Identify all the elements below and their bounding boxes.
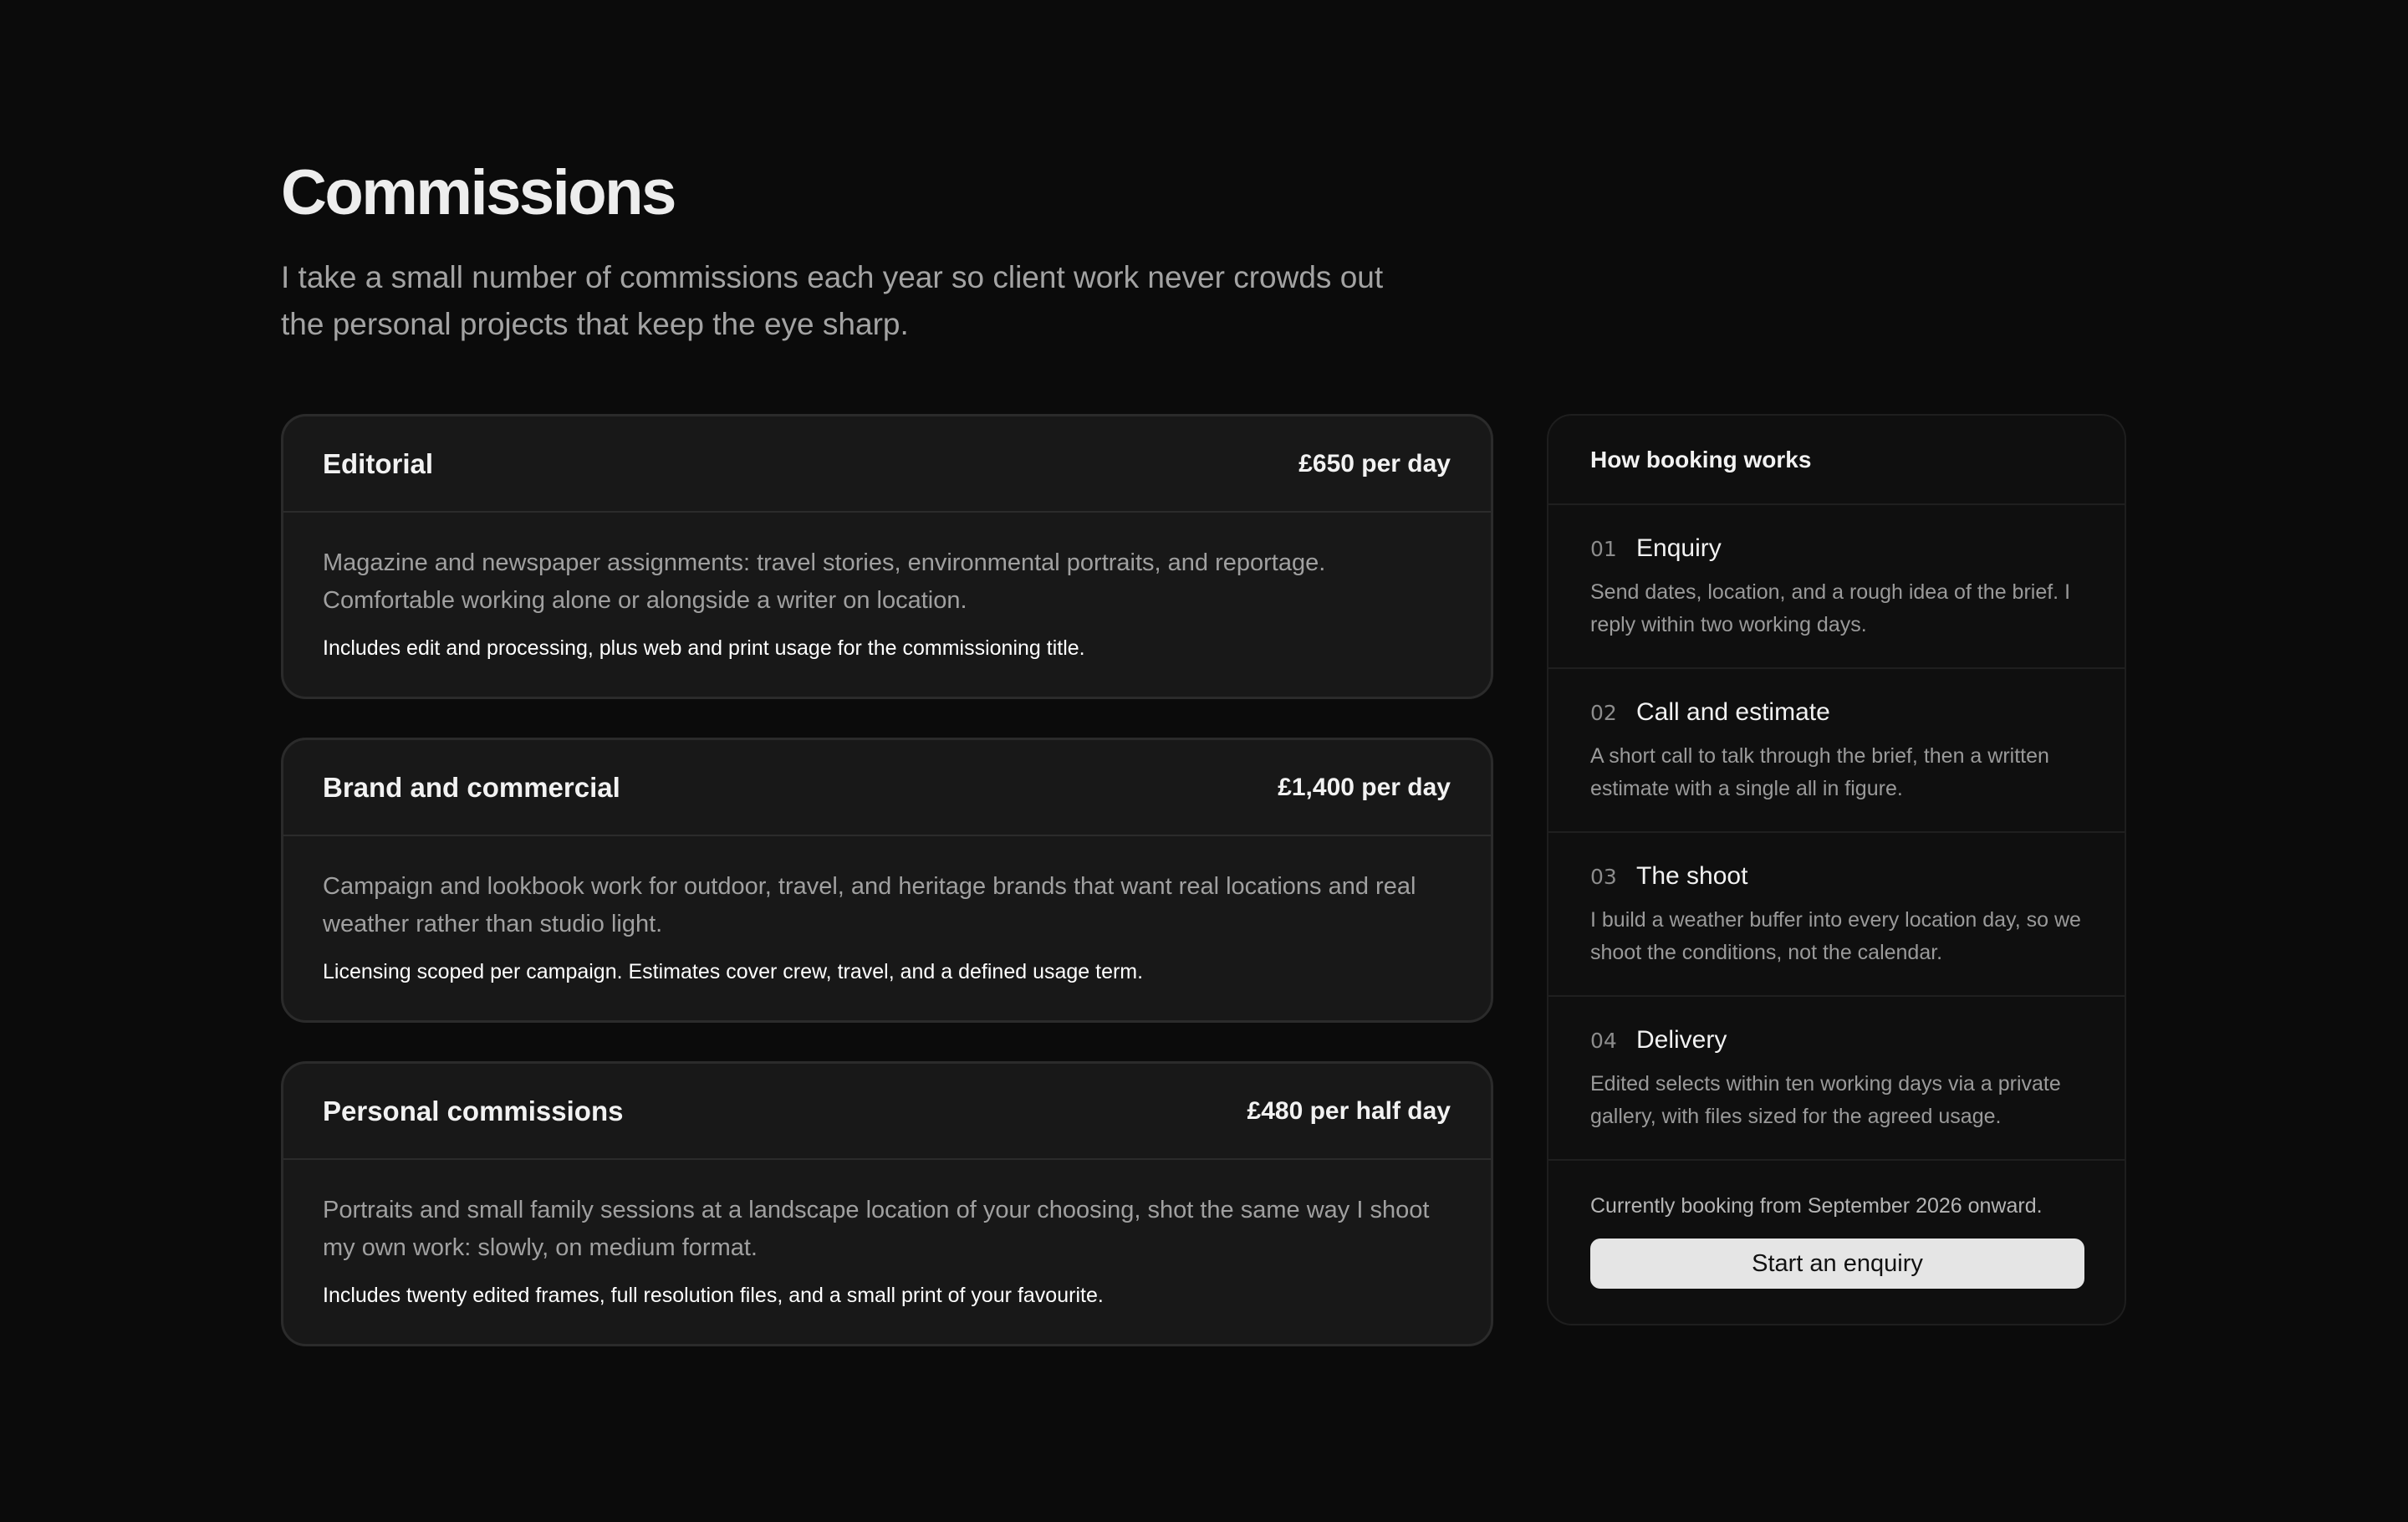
service-description: Campaign and lookbook work for outdoor, … — [323, 873, 1416, 937]
service-card-body: Magazine and newspaper assignments: trav… — [283, 513, 1491, 697]
service-card-body: Campaign and lookbook work for outdoor, … — [283, 836, 1491, 1020]
booking-step-enquiry: 01 Enquiry Send dates, location, and a r… — [1548, 505, 2125, 669]
page: Commissions I take a small number of com… — [0, 0, 2408, 1522]
booking-panel-footer: Currently booking from September 2026 on… — [1548, 1161, 2125, 1324]
service-title: Brand and commercial — [323, 771, 620, 803]
services-list: Editorial £650 per day Magazine and news… — [281, 414, 1493, 1385]
page-title: Commissions — [281, 157, 676, 228]
start-enquiry-button[interactable]: Start an enquiry — [1590, 1239, 2084, 1289]
service-card-brand-commercial: Brand and commercial £1,400 per day Camp… — [281, 738, 1493, 1023]
service-note: Licensing scoped per campaign. Estimates… — [323, 960, 1144, 983]
step-number: 04 — [1590, 1029, 1617, 1053]
booking-step-call-estimate: 02 Call and estimate A short call to tal… — [1548, 669, 2125, 833]
step-header: 03 The shoot — [1590, 862, 2083, 891]
service-title: Editorial — [323, 447, 434, 479]
step-description: Edited selects within ten working days v… — [1590, 1072, 2061, 1128]
booking-step-delivery: 04 Delivery Edited selects within ten wo… — [1548, 997, 2125, 1161]
step-header: 04 Delivery — [1590, 1026, 2083, 1055]
booking-step-shoot: 03 The shoot I build a weather buffer in… — [1548, 833, 2125, 997]
step-title: Enquiry — [1636, 534, 1722, 562]
service-card-personal: Personal commissions £480 per half day P… — [281, 1061, 1493, 1346]
step-header: 02 Call and estimate — [1590, 698, 2083, 727]
service-card-header: Personal commissions £480 per half day — [283, 1064, 1491, 1160]
service-description: Magazine and newspaper assignments: trav… — [323, 549, 1326, 614]
service-note: Includes edit and processing, plus web a… — [323, 636, 1085, 660]
step-title: Call and estimate — [1636, 698, 1830, 726]
step-title: The shoot — [1636, 862, 1748, 890]
booking-panel-header: How booking works — [1548, 416, 2125, 505]
service-title: Personal commissions — [323, 1095, 624, 1126]
service-price: £480 per half day — [1247, 1096, 1451, 1125]
service-price: £650 per day — [1298, 449, 1451, 478]
service-description: Portraits and small family sessions at a… — [323, 1197, 1430, 1261]
step-header: 01 Enquiry — [1590, 534, 2083, 563]
step-description: Send dates, location, and a rough idea o… — [1590, 580, 2071, 636]
availability-note: Currently booking from September 2026 on… — [1590, 1194, 2043, 1218]
step-number: 03 — [1590, 865, 1617, 889]
step-number: 01 — [1590, 537, 1617, 561]
booking-panel: How booking works 01 Enquiry Send dates,… — [1547, 414, 2126, 1325]
booking-title: How booking works — [1590, 446, 1812, 472]
step-number: 02 — [1590, 701, 1617, 725]
step-description: A short call to talk through the brief, … — [1590, 744, 2049, 800]
step-title: Delivery — [1636, 1026, 1727, 1054]
service-card-body: Portraits and small family sessions at a… — [283, 1160, 1491, 1344]
service-card-header: Brand and commercial £1,400 per day — [283, 740, 1491, 836]
service-price: £1,400 per day — [1278, 773, 1451, 801]
service-card-header: Editorial £650 per day — [283, 416, 1491, 513]
page-intro: I take a small number of commissions eac… — [281, 260, 1384, 341]
step-description: I build a weather buffer into every loca… — [1590, 908, 2081, 964]
service-card-editorial: Editorial £650 per day Magazine and news… — [281, 414, 1493, 699]
service-note: Includes twenty edited frames, full reso… — [323, 1284, 1104, 1307]
